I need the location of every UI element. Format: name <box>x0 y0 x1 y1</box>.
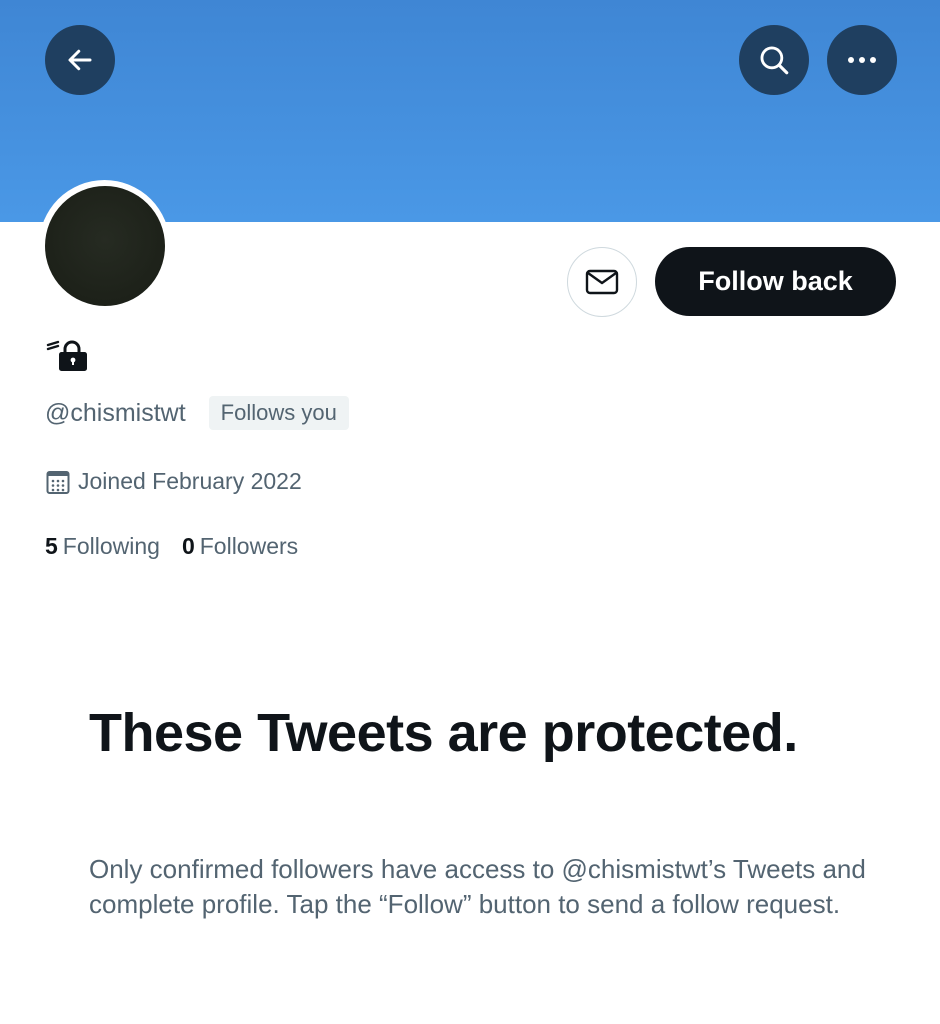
user-handle: @chismistwt <box>45 398 186 427</box>
envelope-icon <box>585 269 619 295</box>
following-stat[interactable]: 5 Following <box>45 533 160 560</box>
protected-heading: These Tweets are protected. <box>89 703 798 763</box>
following-count: 5 <box>45 533 58 559</box>
avatar[interactable] <box>44 185 165 306</box>
follow-back-button[interactable]: Follow back <box>655 247 896 316</box>
search-button[interactable] <box>739 25 809 95</box>
lock-icon <box>46 340 87 371</box>
handle-row: @chismistwt Follows you <box>45 396 349 430</box>
arrow-left-icon <box>68 49 92 71</box>
joined-date-row: Joined February 2022 <box>46 468 302 495</box>
search-icon <box>760 46 789 75</box>
follow-stats: 5 Following 0 Followers <box>45 533 298 560</box>
more-options-button[interactable] <box>827 25 897 95</box>
following-label: Following <box>62 533 160 559</box>
back-button[interactable] <box>45 25 115 95</box>
protected-description: Only confirmed followers have access to … <box>89 854 866 919</box>
calendar-icon <box>46 470 70 494</box>
avatar-frame <box>39 180 170 311</box>
profile-banner <box>0 0 940 222</box>
followers-count: 0 <box>181 533 195 559</box>
followers-label: Followers <box>199 533 299 559</box>
message-button[interactable] <box>567 247 637 317</box>
followers-stat[interactable]: 0 Followers <box>182 533 298 560</box>
follows-you-badge: Follows you <box>208 396 349 430</box>
joined-date: Joined February 2022 <box>78 468 302 494</box>
more-horizontal-icon <box>848 57 876 63</box>
